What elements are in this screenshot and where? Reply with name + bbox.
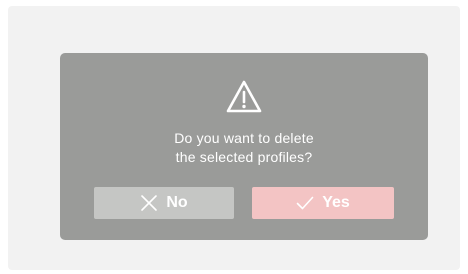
dialog-message-line-1: Do you want to delete	[174, 130, 314, 146]
dialog-message: Do you want to delete the selected profi…	[60, 129, 428, 167]
screen-background: Do you want to delete the selected profi…	[8, 6, 460, 270]
delete-confirmation-dialog: Do you want to delete the selected profi…	[60, 53, 428, 240]
warning-triangle-icon	[226, 80, 262, 113]
no-button-label: No	[166, 194, 188, 211]
yes-button[interactable]: Yes	[252, 187, 394, 219]
no-button[interactable]: No	[94, 187, 234, 219]
check-icon	[296, 196, 314, 210]
yes-button-label: Yes	[322, 194, 350, 211]
close-icon	[141, 195, 158, 211]
dialog-message-line-2: the selected profiles?	[175, 149, 313, 165]
